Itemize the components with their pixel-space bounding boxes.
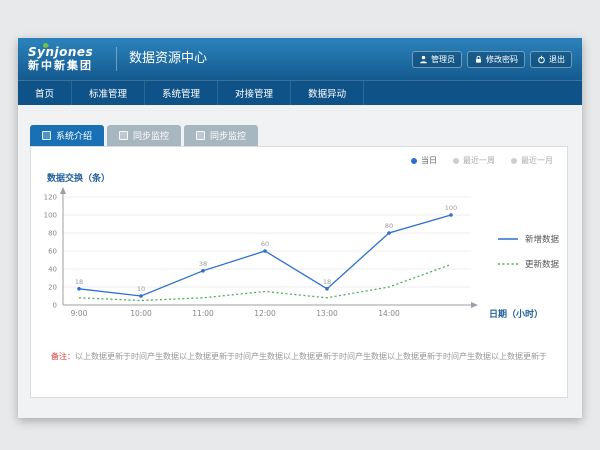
series-legend-new-data-label: 新增数据 [525,233,559,245]
lock-icon [474,55,483,64]
legend-item-last-month-label: 最近一月 [521,155,553,166]
admin-button[interactable]: 管理员 [412,51,462,68]
app-header: Synjones 新中新集团 数据资源中心 管理员 [18,38,582,80]
logo-subtext: 新中新集团 [28,60,106,72]
grid-icon [42,131,51,140]
y-axis-title: 数据交换（条） [47,171,110,184]
legend-dot-last-week [453,158,459,164]
main-navigation: 首页 标准管理 系统管理 对接管理 数据异动 [18,80,582,105]
logout-button[interactable]: 退出 [530,51,572,68]
svg-text:11:00: 11:00 [192,309,214,318]
svg-text:100: 100 [445,204,457,212]
tab-sync-monitor-1-label: 同步监控 [133,129,169,142]
series-legend: 新增数据 更新数据 [497,233,559,283]
svg-text:60: 60 [261,240,269,248]
tab-sync-monitor-2-label: 同步监控 [210,129,246,142]
legend-dot-last-month [511,158,517,164]
legend-item-today-label: 当日 [421,155,437,166]
change-password-button-label: 修改密码 [486,54,518,65]
change-password-button[interactable]: 修改密码 [467,51,525,68]
svg-text:80: 80 [48,230,57,238]
svg-text:10: 10 [137,285,145,293]
svg-text:100: 100 [44,212,57,220]
nav-item-home[interactable]: 首页 [18,81,72,105]
content-area: 系统介绍 同步监控 同步监控 当日 [18,105,582,418]
grid-icon [196,131,205,140]
nav-item-connect-mgmt-label: 对接管理 [235,86,273,100]
footnote-prefix: 备注： [51,352,75,361]
nav-item-connect-mgmt[interactable]: 对接管理 [218,81,291,105]
svg-text:13:00: 13:00 [316,309,338,318]
admin-button-label: 管理员 [431,54,455,65]
page-title: 数据资源中心 [116,47,207,71]
solid-line-sample-icon [497,235,519,243]
nav-item-data-change[interactable]: 数据异动 [291,81,364,105]
svg-text:20: 20 [48,284,57,292]
app-window: Synjones 新中新集团 数据资源中心 管理员 [18,38,582,418]
nav-item-standard-mgmt[interactable]: 标准管理 [72,81,145,105]
series-legend-update-data[interactable]: 更新数据 [497,258,559,270]
line-chart: 0 20 40 60 80 100 120 9:00 10:00 11:00 12:00 13:00 1… [39,187,489,337]
series-legend-update-data-label: 更新数据 [525,258,559,270]
nav-item-data-change-label: 数据异动 [308,86,346,100]
tab-sync-monitor-1[interactable]: 同步监控 [107,125,181,146]
user-icon [419,55,428,64]
series-legend-new-data[interactable]: 新增数据 [497,233,559,245]
desktop-background: Synjones 新中新集团 数据资源中心 管理员 [0,0,600,450]
nav-item-system-mgmt[interactable]: 系统管理 [145,81,218,105]
legend-dot-today [411,158,417,164]
svg-text:14:00: 14:00 [378,309,400,318]
header-actions: 管理员 修改密码 退出 [412,51,572,68]
svg-text:10:00: 10:00 [130,309,152,318]
power-icon [537,55,546,64]
nav-item-standard-mgmt-label: 标准管理 [89,86,127,100]
legend-item-last-month[interactable]: 最近一月 [511,155,553,166]
svg-text:12:00: 12:00 [254,309,276,318]
nav-item-home-label: 首页 [35,86,54,100]
chart-panel: 当日 最近一周 最近一月 数据交换（条） 0 20 40 60 80 100 120 9:00… [30,146,568,398]
company-logo: Synjones 新中新集团 [28,46,106,71]
svg-text:40: 40 [48,266,57,274]
grid-icon [119,131,128,140]
x-axis-title: 日期（小时） [489,307,543,320]
nav-item-system-mgmt-label: 系统管理 [162,86,200,100]
period-legend: 当日 最近一周 最近一月 [411,155,553,166]
svg-text:38: 38 [199,260,207,268]
logout-button-label: 退出 [549,54,565,65]
tab-system-intro[interactable]: 系统介绍 [30,125,104,146]
svg-text:9:00: 9:00 [71,309,88,318]
legend-item-last-week-label: 最近一周 [463,155,495,166]
legend-item-today[interactable]: 当日 [411,155,437,166]
tab-bar: 系统介绍 同步监控 同步监控 [30,125,258,146]
footnote-text: 以上数据更新于时间产生数据以上数据更新于时间产生数据以上数据更新于时间产生数据以… [75,352,547,361]
logo-text: Synjones [28,46,106,59]
svg-text:80: 80 [385,222,393,230]
svg-text:18: 18 [323,278,331,286]
tab-sync-monitor-2[interactable]: 同步监控 [184,125,258,146]
svg-text:0: 0 [53,302,57,310]
legend-item-last-week[interactable]: 最近一周 [453,155,495,166]
footnote: 备注：以上数据更新于时间产生数据以上数据更新于时间产生数据以上数据更新于时间产生… [31,351,567,362]
tab-system-intro-label: 系统介绍 [56,129,92,142]
svg-text:18: 18 [75,278,83,286]
dotted-line-sample-icon [497,260,519,268]
svg-text:60: 60 [48,248,57,256]
svg-text:120: 120 [44,194,57,202]
